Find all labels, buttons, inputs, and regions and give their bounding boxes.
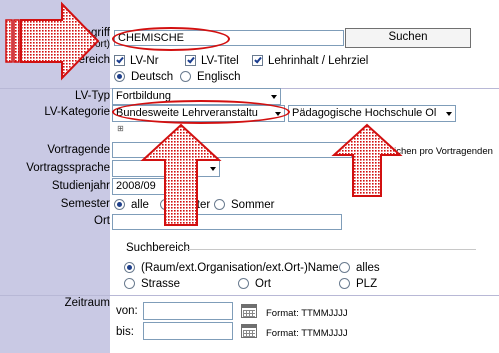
arrow-up-icon (331, 123, 403, 197)
arrow-right-icon (5, 1, 100, 81)
arrow-up-icon (140, 123, 222, 226)
annotation-arrows (5, 1, 403, 226)
